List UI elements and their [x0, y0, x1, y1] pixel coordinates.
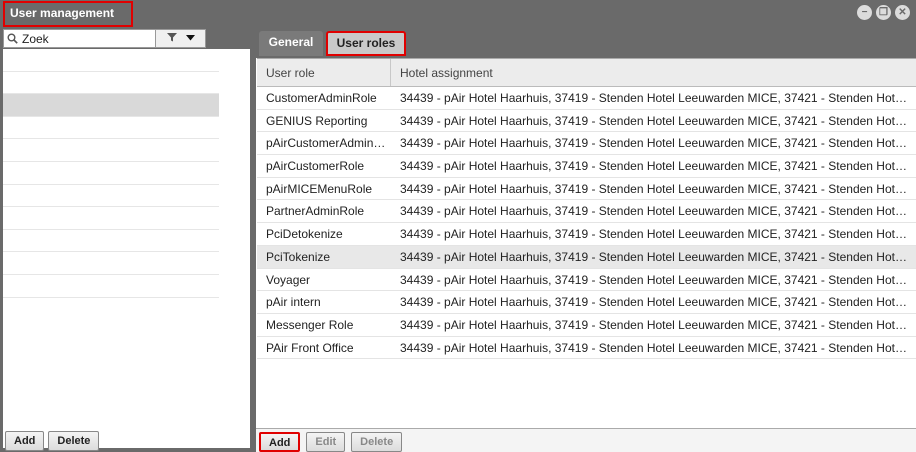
cell-hotel-assignment: 34439 - pAir Hotel Haarhuis, 37419 - Ste… [400, 159, 915, 174]
user-list [3, 49, 250, 448]
cell-hotel-assignment: 34439 - pAir Hotel Haarhuis, 37419 - Ste… [400, 317, 915, 332]
table-row[interactable]: PciTokenize 34439 - pAir Hotel Haarhuis, … [257, 245, 916, 269]
filter-dropdown[interactable] [155, 30, 205, 47]
cell-user-role: pAirCustomerAdmin… [266, 136, 386, 151]
table-row[interactable]: pAir intern 34439 - pAir Hotel Haarhuis, … [257, 291, 916, 314]
cell-hotel-assignment: 34439 - pAir Hotel Haarhuis, 37419 - Ste… [400, 340, 915, 355]
window-title: User management [3, 1, 133, 27]
user-list-item[interactable] [3, 94, 219, 117]
cell-user-role: GENIUS Reporting [266, 113, 368, 128]
cell-hotel-assignment: 34439 - pAir Hotel Haarhuis, 37419 - Ste… [400, 91, 915, 105]
cell-hotel-assignment: 34439 - pAir Hotel Haarhuis, 37419 - Ste… [400, 227, 915, 242]
table-row[interactable]: CustomerAdminRole 34439 - pAir Hotel Haar… [257, 87, 916, 110]
chevron-down-icon [185, 33, 195, 44]
cell-user-role: Voyager [266, 272, 311, 287]
tab-general[interactable]: General [259, 31, 323, 56]
table-row[interactable]: PciDetokenize 34439 - pAir Hotel Haarhuis… [257, 223, 916, 246]
user-list-item[interactable] [3, 49, 219, 72]
user-list-item[interactable] [3, 117, 219, 140]
column-header-hotel-assignment[interactable]: Hotel assignment [391, 59, 915, 86]
search-input[interactable] [20, 30, 155, 47]
left-toolbar: Add Delete [0, 428, 256, 452]
search-bar [3, 29, 206, 48]
filter-icon [166, 32, 177, 45]
delete-role-button[interactable]: Delete [351, 432, 403, 452]
close-icon[interactable]: ✕ [895, 5, 910, 20]
user-list-item[interactable] [3, 275, 219, 298]
cell-hotel-assignment: 34439 - pAir Hotel Haarhuis, 37419 - Ste… [400, 136, 915, 151]
cell-hotel-assignment: 34439 - pAir Hotel Haarhuis, 37419 - Ste… [400, 272, 915, 287]
user-list-item[interactable] [3, 162, 219, 185]
user-list-item[interactable] [3, 207, 219, 230]
cell-user-role: PartnerAdminRole [266, 204, 365, 219]
cell-user-role: Messenger Role [266, 317, 354, 332]
roles-toolbar: Add Edit Delete [256, 428, 916, 452]
table-row[interactable]: Voyager 34439 - pAir Hotel Haarhuis, 3741… [257, 269, 916, 292]
add-user-button[interactable]: Add [5, 431, 45, 451]
user-list-panel: Add Delete [0, 28, 256, 452]
table-row[interactable]: Messenger Role 34439 - pAir Hotel Haarhui… [257, 314, 916, 337]
table-row[interactable]: PartnerAdminRole 34439 - pAir Hotel Haarh… [257, 200, 916, 224]
user-roles-grid: User role Hotel assignment CustomerAdmin… [257, 58, 916, 360]
add-role-button[interactable]: Add [259, 432, 301, 452]
user-list-item[interactable] [3, 230, 219, 253]
tab-bar: General User roles [256, 28, 916, 58]
cell-hotel-assignment: 34439 - pAir Hotel Haarhuis, 37419 - Ste… [400, 181, 915, 196]
cell-user-role: CustomerAdminRole [266, 91, 377, 105]
table-row[interactable]: pAirCustomerRole 34439 - pAir Hotel Haarh… [257, 155, 916, 178]
maximize-icon[interactable]: ❐ [876, 5, 891, 20]
cell-user-role: pAir intern [266, 295, 321, 310]
table-row[interactable]: PAir Front Office 34439 - pAir Hotel Haar… [257, 337, 916, 360]
table-row[interactable]: pAirCustomerAdmin… 34439 - pAir Hotel Haa… [257, 132, 916, 156]
user-list-item[interactable] [3, 252, 219, 275]
detail-panel: General User roles User role Hotel assig… [256, 28, 916, 452]
delete-user-button[interactable]: Delete [48, 431, 100, 451]
cell-user-role: PAir Front Office [266, 340, 354, 355]
window-controls: − ❐ ✕ [857, 5, 910, 20]
cell-hotel-assignment: 34439 - pAir Hotel Haarhuis, 37419 - Ste… [400, 113, 915, 128]
search-icon [4, 30, 20, 47]
user-list-item[interactable] [3, 139, 219, 162]
column-header-user-role[interactable]: User role [257, 59, 391, 86]
title-bar: User management − ❐ ✕ [0, 0, 916, 28]
cell-user-role: pAirCustomerRole [266, 159, 365, 174]
table-row[interactable]: pAirMICEMenuRole 34439 - pAir Hotel Haarh… [257, 178, 916, 201]
cell-hotel-assignment: 34439 - pAir Hotel Haarhuis, 37419 - Ste… [400, 249, 915, 264]
cell-user-role: pAirMICEMenuRole [266, 181, 373, 196]
tab-user-roles[interactable]: User roles [326, 31, 406, 56]
cell-hotel-assignment: 34439 - pAir Hotel Haarhuis, 37419 - Ste… [400, 204, 915, 219]
user-list-item[interactable] [3, 185, 219, 208]
user-list-item[interactable] [3, 72, 219, 95]
table-row[interactable]: GENIUS Reporting 34439 - pAir Hotel Haarh… [257, 110, 916, 133]
edit-role-button[interactable]: Edit [306, 432, 346, 452]
grid-body: CustomerAdminRole 34439 - pAir Hotel Haar… [257, 87, 916, 360]
cell-user-role: PciTokenize [266, 249, 331, 264]
grid-header: User role Hotel assignment [257, 59, 916, 87]
user-list-rows [3, 49, 250, 298]
minimize-icon[interactable]: − [857, 5, 872, 20]
cell-hotel-assignment: 34439 - pAir Hotel Haarhuis, 37419 - Ste… [400, 295, 915, 310]
cell-user-role: PciDetokenize [266, 227, 343, 242]
